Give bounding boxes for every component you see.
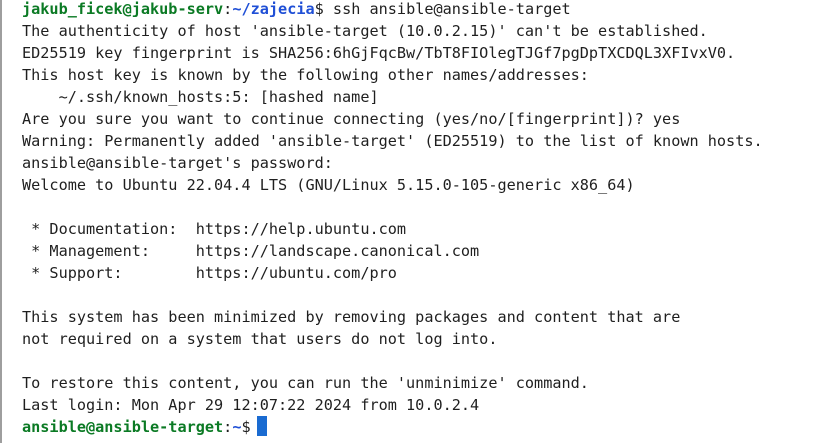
output-line: Are you sure you want to continue connec… [22, 110, 681, 128]
prompt-command: ssh ansible@ansible-target [323, 0, 571, 18]
output-line: Warning: Permanently added 'ansible-targ… [22, 132, 763, 150]
prompt-line-2[interactable]: ansible@ansible-target:~$ [22, 416, 267, 438]
prompt-path: ~/zajecia [232, 0, 315, 18]
output-line: To restore this content, you can run the… [22, 374, 589, 392]
output-line: The authenticity of host 'ansible-target… [22, 22, 708, 40]
output-line: ED25519 key fingerprint is SHA256:6hGjFq… [22, 44, 736, 62]
output-line: This system has been minimized by removi… [22, 308, 681, 326]
output-line: Last login: Mon Apr 29 12:07:22 2024 fro… [22, 396, 480, 414]
prompt-symbol: $ [314, 0, 324, 18]
prompt-line-1: jakub_ficek@jakub-serv:~/zajecia$ ssh an… [22, 0, 571, 20]
output-line: * Documentation: https://help.ubuntu.com [22, 220, 407, 238]
output-line: This host key is known by the following … [22, 66, 589, 84]
terminal-window[interactable]: jakub_ficek@jakub-serv:~/zajecia$ ssh an… [0, 0, 834, 443]
output-line: * Support: https://ubuntu.com/pro [22, 264, 397, 282]
prompt-symbol: $ [241, 418, 251, 436]
output-line: not required on a system that users do n… [22, 330, 498, 348]
terminal-cursor[interactable] [256, 416, 267, 436]
prompt-user-host: ansible@ansible-target [22, 418, 224, 436]
output-line: ansible@ansible-target's password: [22, 154, 333, 172]
prompt-separator: : [223, 418, 233, 436]
output-line: * Management: https://landscape.canonica… [22, 242, 480, 260]
prompt-user-host: jakub_ficek@jakub-serv [22, 0, 224, 18]
terminal-left-border [0, 0, 2, 443]
output-line: Welcome to Ubuntu 22.04.4 LTS (GNU/Linux… [22, 176, 635, 194]
prompt-separator: : [223, 0, 233, 18]
output-line: ~/.ssh/known_hosts:5: [hashed name] [22, 88, 379, 106]
